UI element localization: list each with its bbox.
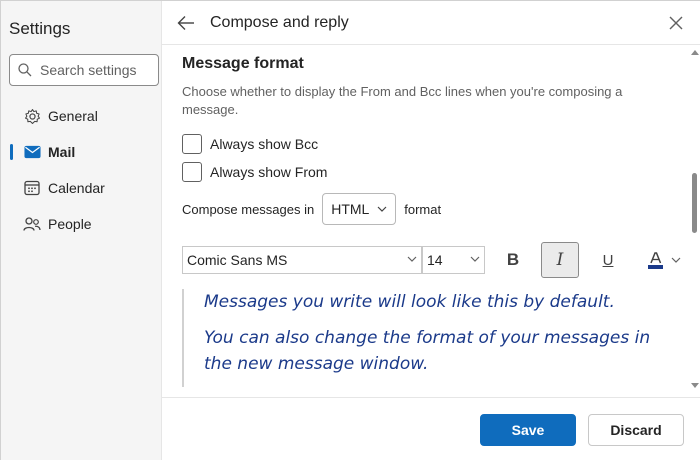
settings-main-panel: Compose and reply Message format Choose … bbox=[162, 1, 700, 460]
font-color-icon bbox=[647, 252, 663, 269]
font-size-dropdown[interactable]: 14 bbox=[422, 246, 485, 274]
panel-header: Compose and reply bbox=[162, 1, 700, 45]
nav-item-calendar[interactable]: Calendar bbox=[1, 173, 162, 203]
chevron-down-icon bbox=[470, 256, 480, 262]
calendar-icon bbox=[23, 179, 41, 197]
font-family-value: Comic Sans MS bbox=[187, 252, 288, 268]
italic-button[interactable]: I bbox=[541, 242, 579, 278]
italic-icon: I bbox=[556, 250, 564, 270]
compose-format-suffix: format bbox=[404, 201, 442, 217]
nav-item-mail[interactable]: Mail bbox=[1, 137, 162, 167]
always-show-from-checkbox[interactable] bbox=[182, 162, 202, 182]
bold-icon: B bbox=[506, 250, 520, 269]
panel-title: Compose and reply bbox=[210, 14, 349, 31]
discard-button[interactable]: Discard bbox=[588, 414, 684, 446]
always-show-bcc-label: Always show Bcc bbox=[210, 136, 319, 152]
compose-format-dropdown[interactable]: HTML bbox=[322, 193, 397, 225]
font-color-button[interactable] bbox=[640, 242, 686, 278]
chevron-down-icon bbox=[671, 257, 680, 263]
panel-footer: Save Discard bbox=[162, 397, 700, 460]
close-icon[interactable] bbox=[667, 14, 685, 32]
gear-icon bbox=[23, 107, 41, 125]
nav-item-label: Mail bbox=[48, 144, 76, 160]
always-show-from-label: Always show From bbox=[210, 164, 328, 180]
always-show-bcc-option[interactable]: Always show Bcc bbox=[182, 133, 318, 155]
mail-icon bbox=[23, 143, 41, 161]
chevron-down-icon bbox=[377, 206, 387, 212]
underline-icon: U bbox=[602, 251, 614, 269]
font-size-value: 14 bbox=[427, 252, 443, 268]
scroll-thumb[interactable] bbox=[692, 173, 697, 233]
save-button[interactable]: Save bbox=[480, 414, 576, 446]
search-box[interactable] bbox=[9, 54, 159, 86]
always-show-bcc-checkbox[interactable] bbox=[182, 134, 202, 154]
bold-button[interactable]: B bbox=[494, 242, 532, 278]
search-input[interactable] bbox=[40, 62, 150, 78]
settings-sidebar: Settings General bbox=[1, 1, 162, 460]
back-arrow-icon[interactable] bbox=[176, 13, 196, 33]
preview-line-2: You can also change the format of your m… bbox=[204, 328, 651, 374]
people-icon bbox=[23, 215, 41, 233]
compose-format-prefix: Compose messages in bbox=[182, 201, 315, 217]
chevron-down-icon bbox=[407, 256, 417, 262]
message-format-preview: Messages you write will look like this b… bbox=[182, 289, 682, 387]
scroll-up-icon[interactable] bbox=[691, 49, 699, 55]
nav-item-people[interactable]: People bbox=[1, 209, 162, 239]
nav-item-label: People bbox=[48, 216, 92, 232]
nav-item-general[interactable]: General bbox=[1, 101, 162, 131]
settings-dialog: Settings General bbox=[0, 0, 700, 460]
nav-item-label: Calendar bbox=[48, 180, 105, 196]
section-description: Choose whether to display the From and B… bbox=[182, 84, 623, 117]
compose-format-row: Compose messages in HTML format bbox=[182, 193, 441, 225]
underline-button[interactable]: U bbox=[589, 242, 627, 278]
preview-line-1: Messages you write will look like this b… bbox=[204, 292, 615, 312]
compose-format-value: HTML bbox=[331, 201, 370, 217]
sidebar-title: Settings bbox=[9, 19, 71, 38]
search-icon bbox=[18, 63, 32, 77]
panel-scrollbar[interactable] bbox=[689, 45, 700, 395]
font-family-dropdown[interactable]: Comic Sans MS bbox=[182, 246, 422, 274]
scroll-down-icon[interactable] bbox=[691, 383, 699, 389]
section-title: Message format bbox=[182, 55, 304, 72]
nav-item-label: General bbox=[48, 108, 98, 124]
always-show-from-option[interactable]: Always show From bbox=[182, 161, 327, 183]
